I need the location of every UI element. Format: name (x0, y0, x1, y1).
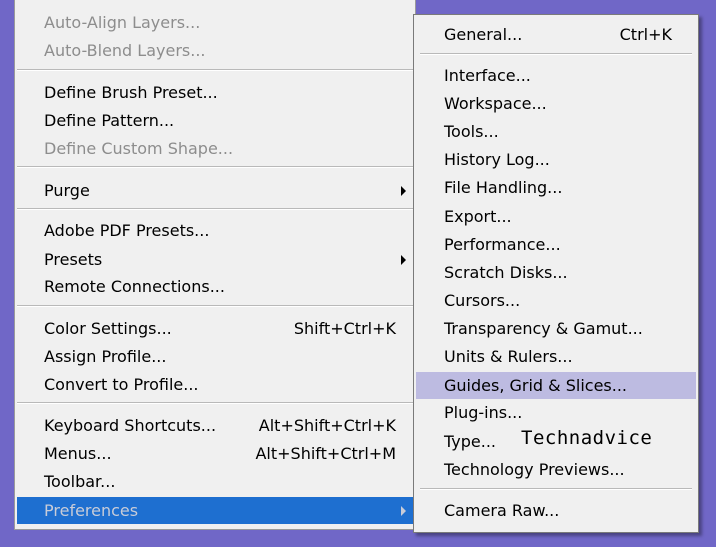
menu-item-auto-align-layers: Auto-Align Layers... (17, 9, 413, 36)
menu-separator (420, 488, 692, 490)
menu-item-label: Type... (444, 432, 497, 451)
chevron-right-icon (401, 255, 406, 265)
menu-item-label: General... (444, 25, 523, 44)
menu-item-label: Units & Rulers... (444, 347, 573, 366)
menu-item-label: Remote Connections... (44, 277, 225, 296)
chevron-right-icon (401, 506, 406, 516)
menu-item-purge[interactable]: Purge (17, 177, 413, 204)
watermark-text: Technadvice (521, 427, 653, 449)
menu-item-label: Scratch Disks... (444, 263, 568, 282)
menu-separator (17, 305, 413, 307)
menu-item-label: Workspace... (444, 94, 547, 113)
menu-item-toolbar[interactable]: Toolbar... (17, 468, 413, 495)
submenu-item-scratch-disks[interactable]: Scratch Disks... (416, 259, 696, 286)
menu-item-label: Auto-Blend Layers... (44, 41, 206, 60)
menu-item-label: Define Brush Preset... (44, 83, 218, 102)
menu-item-adobe-pdf-presets[interactable]: Adobe PDF Presets... (17, 217, 413, 244)
submenu-item-general[interactable]: General... Ctrl+K (416, 21, 696, 48)
menu-item-label: Purge (44, 181, 90, 200)
menu-item-label: Export... (444, 207, 512, 226)
submenu-item-guides-grid-slices[interactable]: Guides, Grid & Slices... (416, 372, 696, 399)
menu-item-label: History Log... (444, 150, 550, 169)
menu-item-convert-to-profile[interactable]: Convert to Profile... (17, 371, 413, 398)
menu-item-assign-profile[interactable]: Assign Profile... (17, 343, 413, 370)
chevron-right-icon (401, 186, 406, 196)
menu-item-label: Assign Profile... (44, 347, 167, 366)
edit-menu: Auto-Align Layers... Auto-Blend Layers..… (14, 0, 416, 530)
menu-item-label: Keyboard Shortcuts... (44, 416, 217, 435)
menu-item-label: Adobe PDF Presets... (44, 221, 210, 240)
menu-item-label: Presets (44, 250, 103, 269)
menu-item-label: Define Custom Shape... (44, 139, 234, 158)
menu-item-define-brush-preset[interactable]: Define Brush Preset... (17, 79, 413, 106)
menu-item-label: Convert to Profile... (44, 375, 199, 394)
menu-item-preferences[interactable]: Preferences (17, 497, 413, 524)
menu-item-shortcut: Shift+Ctrl+K (293, 319, 396, 338)
menu-item-label: Cursors... (444, 291, 521, 310)
submenu-item-camera-raw[interactable]: Camera Raw... (416, 497, 696, 524)
menu-item-label: Camera Raw... (444, 501, 560, 520)
menu-item-label: Color Settings... (44, 319, 172, 338)
menu-separator (17, 69, 413, 71)
menu-item-menus[interactable]: Menus... Alt+Shift+Ctrl+M (17, 440, 413, 467)
submenu-item-history-log[interactable]: History Log... (416, 146, 696, 173)
menu-item-shortcut: Alt+Shift+Ctrl+K (258, 416, 396, 435)
submenu-item-workspace[interactable]: Workspace... (416, 90, 696, 117)
preferences-submenu: General... Ctrl+K Interface... Workspace… (413, 14, 699, 533)
menu-item-define-custom-shape: Define Custom Shape... (17, 135, 413, 162)
submenu-item-technology-previews[interactable]: Technology Previews... (416, 456, 696, 483)
menu-item-define-pattern[interactable]: Define Pattern... (17, 107, 413, 134)
menu-item-label: File Handling... (444, 178, 563, 197)
menu-item-shortcut: Ctrl+K (619, 25, 672, 44)
menu-item-shortcut: Alt+Shift+Ctrl+M (255, 444, 396, 463)
menu-item-label: Define Pattern... (44, 111, 175, 130)
menu-item-label: Tools... (444, 122, 499, 141)
submenu-item-performance[interactable]: Performance... (416, 231, 696, 258)
menu-separator (17, 402, 413, 404)
menu-separator (420, 53, 692, 55)
menu-item-label: Menus... (44, 444, 112, 463)
menu-item-auto-blend-layers: Auto-Blend Layers... (17, 37, 413, 64)
menu-item-presets[interactable]: Presets (17, 246, 413, 273)
menu-item-color-settings[interactable]: Color Settings... Shift+Ctrl+K (17, 315, 413, 342)
menu-separator (17, 208, 413, 210)
menu-separator (17, 166, 413, 168)
menu-item-remote-connections[interactable]: Remote Connections... (17, 273, 413, 300)
submenu-item-units-rulers[interactable]: Units & Rulers... (416, 343, 696, 370)
menu-item-label: Guides, Grid & Slices... (444, 376, 627, 395)
menu-item-label: Technology Previews... (444, 460, 625, 479)
submenu-item-transparency-gamut[interactable]: Transparency & Gamut... (416, 315, 696, 342)
submenu-item-interface[interactable]: Interface... (416, 62, 696, 89)
menu-item-label: Toolbar... (44, 472, 116, 491)
submenu-item-cursors[interactable]: Cursors... (416, 287, 696, 314)
submenu-item-file-handling[interactable]: File Handling... (416, 174, 696, 201)
menu-item-keyboard-shortcuts[interactable]: Keyboard Shortcuts... Alt+Shift+Ctrl+K (17, 412, 413, 439)
menu-item-label: Preferences (44, 501, 139, 520)
menu-item-label: Transparency & Gamut... (444, 319, 643, 338)
submenu-item-tools[interactable]: Tools... (416, 118, 696, 145)
submenu-item-plug-ins[interactable]: Plug-ins... (416, 399, 696, 426)
menu-item-label: Interface... (444, 66, 531, 85)
submenu-item-export[interactable]: Export... (416, 203, 696, 230)
menu-item-label: Plug-ins... (444, 403, 523, 422)
menu-item-label: Performance... (444, 235, 561, 254)
menu-item-label: Auto-Align Layers... (44, 13, 201, 32)
